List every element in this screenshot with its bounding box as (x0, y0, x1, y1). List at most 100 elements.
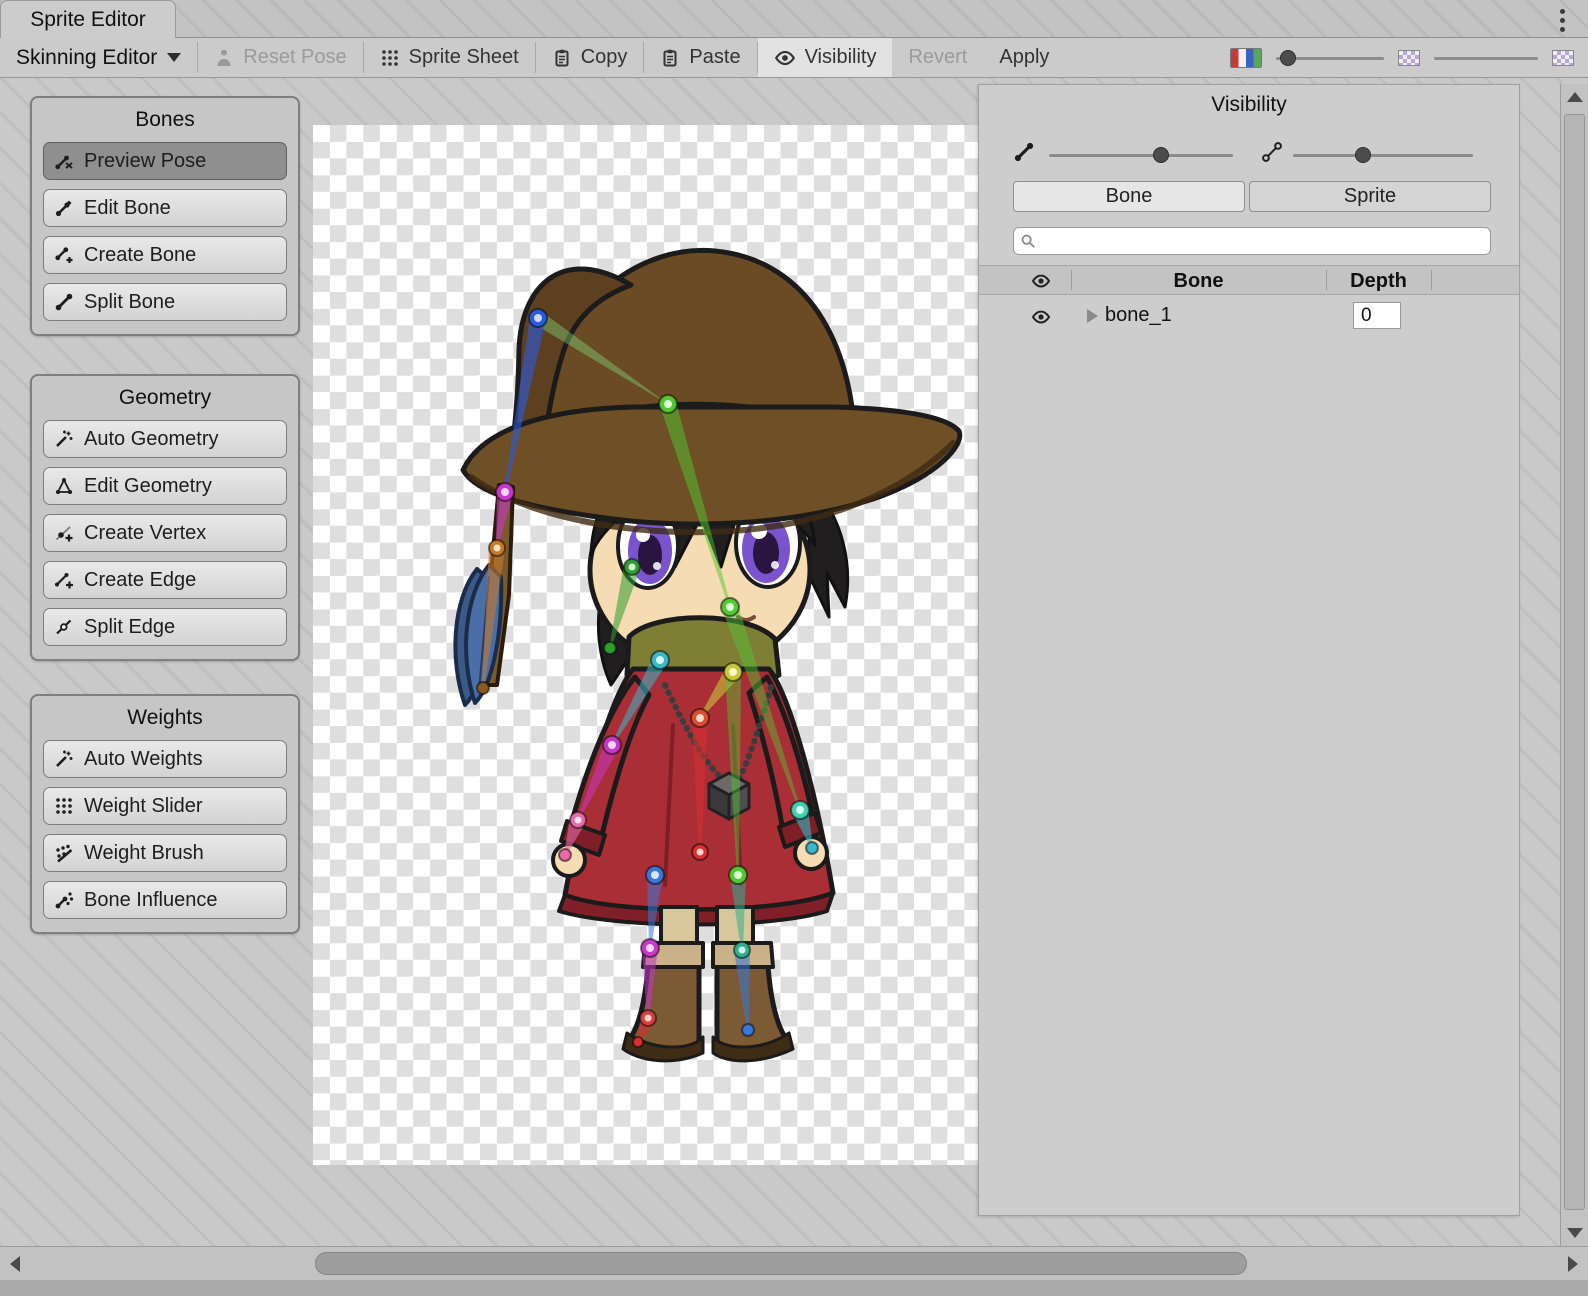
split-bone-icon (54, 292, 74, 312)
alpha-slider[interactable] (1434, 48, 1538, 68)
bone-opacity-slider-handle[interactable] (1153, 147, 1169, 163)
skinning-editor-label: Skinning Editor (16, 46, 157, 70)
sprite-tab-button[interactable]: Sprite (1249, 181, 1491, 212)
bone-tab-label: Bone (1106, 185, 1153, 208)
copy-button[interactable]: Copy (536, 38, 644, 77)
bone-influence-button[interactable]: Bone Influence (43, 881, 287, 919)
bone-influence-label: Bone Influence (84, 889, 217, 912)
bone-opacity-slider[interactable] (1049, 145, 1233, 165)
sprite-editor-window: Sprite Editor Skinning Editor Reset Pose… (0, 0, 1588, 1296)
edit-bone-button[interactable]: Edit Bone (43, 189, 287, 227)
copy-label: Copy (581, 46, 628, 69)
geometry-group-title: Geometry (43, 386, 287, 410)
bone-table-header: Bone Depth (979, 265, 1519, 295)
auto-geometry-icon (54, 429, 74, 449)
edit-geometry-button[interactable]: Edit Geometry (43, 467, 287, 505)
create-vertex-label: Create Vertex (84, 522, 206, 545)
geometry-tool-group: Geometry Auto Geometry Edit Geometry Cre… (30, 374, 300, 661)
visibility-eye-icon (774, 47, 796, 69)
weight-brush-label: Weight Brush (84, 842, 204, 865)
split-edge-label: Split Edge (84, 616, 175, 639)
edit-bone-icon (54, 198, 74, 218)
bone-name-label: bone_1 (1105, 304, 1172, 327)
window-bottom-edge (0, 1280, 1588, 1296)
arrow-left-icon (10, 1256, 20, 1272)
bones-tool-group: Bones Preview Pose Edit Bone Create Bone… (30, 96, 300, 336)
window-menu-kebab-icon[interactable] (1550, 7, 1574, 33)
scroll-up-button[interactable] (1561, 84, 1588, 110)
sprite-canvas[interactable] (313, 125, 980, 1165)
create-edge-button[interactable]: Create Edge (43, 561, 287, 599)
bone-column-header: Bone (1071, 266, 1326, 296)
brightness-slider-handle[interactable] (1280, 50, 1296, 66)
auto-weights-button[interactable]: Auto Weights (43, 740, 287, 778)
visibility-label: Visibility (805, 46, 877, 69)
arrow-down-icon (1567, 1228, 1583, 1238)
create-bone-button[interactable]: Create Bone (43, 236, 287, 274)
weight-brush-icon (54, 843, 74, 863)
toolbar: Skinning Editor Reset Pose Sprite Sheet … (0, 38, 1588, 78)
paste-icon (660, 48, 680, 68)
auto-geometry-button[interactable]: Auto Geometry (43, 420, 287, 458)
reset-pose-icon (214, 48, 234, 68)
bone-table-row: bone_1 (979, 299, 1519, 335)
brightness-slider[interactable] (1276, 48, 1384, 68)
revert-button[interactable]: Revert (892, 38, 983, 77)
scroll-right-button[interactable] (1558, 1247, 1588, 1281)
vertical-scrollbar-thumb[interactable] (1564, 114, 1585, 1210)
bone-tab-button[interactable]: Bone (1013, 181, 1245, 212)
create-vertex-button[interactable]: Create Vertex (43, 514, 287, 552)
weights-tool-group: Weights Auto Weights Weight Slider Weigh… (30, 694, 300, 934)
color-swatch-button[interactable] (1230, 48, 1262, 68)
visibility-button[interactable]: Visibility (758, 38, 893, 77)
split-bone-button[interactable]: Split Bone (43, 283, 287, 321)
weight-slider-label: Weight Slider (84, 795, 203, 818)
horizontal-scrollbar-thumb[interactable] (315, 1252, 1247, 1275)
auto-weights-label: Auto Weights (84, 748, 203, 771)
reset-pose-label: Reset Pose (243, 46, 346, 69)
opacity-sliders-row (979, 141, 1519, 169)
horizontal-scrollbar[interactable] (0, 1246, 1588, 1280)
paste-label: Paste (689, 46, 740, 69)
apply-button[interactable]: Apply (983, 38, 1065, 77)
sprite-sheet-icon (380, 48, 400, 68)
preview-pose-button[interactable]: Preview Pose (43, 142, 287, 180)
create-vertex-icon (54, 523, 74, 543)
create-edge-icon (54, 570, 74, 590)
sprite-editor-tab[interactable]: Sprite Editor (0, 0, 176, 38)
bones-group-title: Bones (43, 108, 287, 132)
chevron-down-icon (167, 53, 181, 62)
expander-icon[interactable] (1087, 309, 1098, 323)
weight-slider-icon (54, 796, 74, 816)
skinning-editor-dropdown[interactable]: Skinning Editor (0, 38, 197, 77)
paste-button[interactable]: Paste (644, 38, 756, 77)
weight-slider-button[interactable]: Weight Slider (43, 787, 287, 825)
arrow-up-icon (1567, 92, 1583, 102)
reset-pose-button[interactable]: Reset Pose (198, 38, 362, 77)
weight-brush-button[interactable]: Weight Brush (43, 834, 287, 872)
create-bone-icon (54, 245, 74, 265)
sprite-sheet-button[interactable]: Sprite Sheet (364, 38, 535, 77)
apply-label: Apply (999, 46, 1049, 69)
bone-depth-input[interactable] (1353, 302, 1401, 329)
bone-visibility-toggle-icon[interactable] (1031, 307, 1051, 327)
auto-geometry-label: Auto Geometry (84, 428, 219, 451)
scroll-down-button[interactable] (1561, 1220, 1588, 1246)
sprite-opacity-slider-handle[interactable] (1355, 147, 1371, 163)
revert-label: Revert (908, 46, 967, 69)
visibility-search-input[interactable] (1013, 227, 1491, 255)
sprite-opacity-slider[interactable] (1293, 145, 1473, 165)
sprite-editor-tab-label: Sprite Editor (30, 8, 146, 32)
split-edge-icon (54, 617, 74, 637)
scroll-left-button[interactable] (0, 1247, 30, 1281)
vertical-scrollbar[interactable] (1560, 84, 1588, 1246)
column-divider (1431, 270, 1432, 290)
window-tab-strip: Sprite Editor (0, 0, 1588, 38)
split-edge-button[interactable]: Split Edge (43, 608, 287, 646)
visibility-eye-header-icon[interactable] (1031, 271, 1051, 291)
alpha-slider-track (1434, 57, 1538, 60)
edit-geometry-label: Edit Geometry (84, 475, 212, 498)
weights-group-title: Weights (43, 706, 287, 730)
toolbar-right-controls (1216, 38, 1588, 77)
split-bone-label: Split Bone (84, 291, 175, 314)
